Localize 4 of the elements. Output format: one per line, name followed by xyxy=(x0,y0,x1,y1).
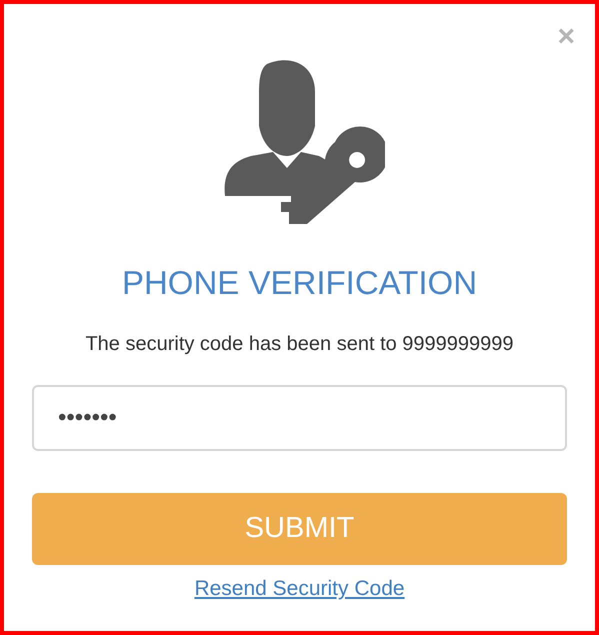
message-text: The security code has been sent to 9999999999 xyxy=(85,332,514,357)
dialog-title: PHONE VERIFICATION xyxy=(122,266,478,299)
resend-link[interactable]: Resend Security Code xyxy=(194,573,405,604)
code-input-field[interactable]: ••••••• xyxy=(32,385,567,451)
